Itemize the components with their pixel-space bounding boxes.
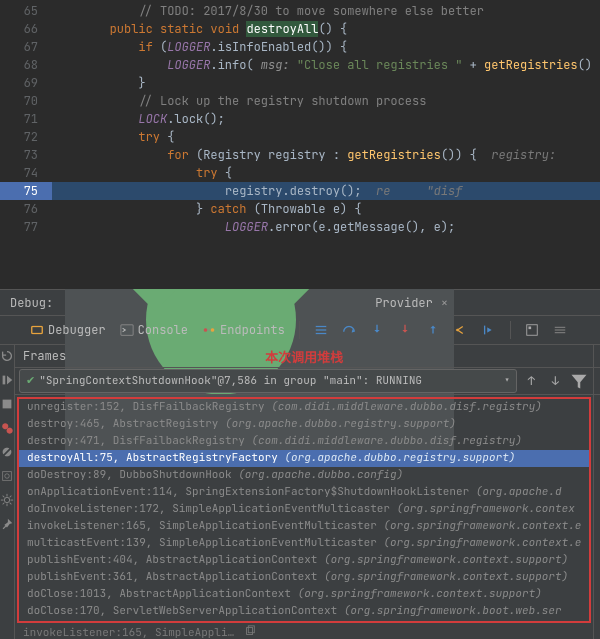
view-breakpoints-icon[interactable] (0, 421, 14, 435)
drop-frame-icon[interactable] (454, 323, 468, 337)
stack-frame[interactable]: doClose:170, ServletWebServerApplication… (19, 603, 589, 620)
annotation-overlay: 本次调用堆栈 (265, 347, 343, 366)
variables-panel: Varia + − (594, 345, 600, 639)
frames-panel: Frames 本次调用堆栈 ✔ "SpringContextShutdownHo… (15, 345, 594, 639)
separator (510, 321, 511, 339)
line-number-gutter: 65666768697071727374757677 (0, 0, 52, 236)
thread-dropdown[interactable]: ✔ "SpringContextShutdownHook"@7,586 in g… (19, 369, 517, 393)
debug-label: Debug: (10, 295, 53, 311)
stack-frame[interactable]: invokeListener:165, SimpleApplicationEve… (19, 518, 589, 535)
debug-toolwindow-header: Debug: Provider × (0, 289, 600, 316)
stack-frame[interactable]: onApplicationEvent:114, SpringExtensionF… (19, 484, 589, 501)
stack-frame[interactable]: publishEvent:361, AbstractApplicationCon… (19, 569, 589, 586)
close-icon[interactable]: × (441, 295, 448, 311)
chevron-down-icon: ▾ (504, 374, 511, 388)
tab-console[interactable]: Console (120, 322, 188, 338)
stack-frame[interactable]: unregister:152, DisfFailbackRegistry (co… (19, 399, 589, 416)
step-over-icon[interactable] (342, 323, 356, 337)
breadcrumb-bar[interactable]: invokeListener:165, SimpleAppli… (15, 625, 593, 639)
debugger-icon (30, 323, 44, 337)
copy-icon[interactable] (244, 625, 256, 637)
stack-frame[interactable]: multicastEvent:139, SimpleApplicationEve… (19, 535, 589, 552)
console-icon (120, 323, 134, 337)
stack-frame[interactable]: publishEvent:404, AbstractApplicationCon… (19, 552, 589, 569)
thread-selector-row: ✔ "SpringContextShutdownHook"@7,586 in g… (15, 367, 593, 395)
debug-left-rail (0, 345, 15, 639)
code-area[interactable]: // TODO: 2017/8/30 to move somewhere els… (52, 0, 600, 236)
next-frame-icon[interactable]: ↓ (545, 371, 565, 391)
prev-frame-icon[interactable]: ↑ (521, 371, 541, 391)
stack-frame[interactable]: doDestroy:89, DubboShutdownHook (org.apa… (19, 467, 589, 484)
mute-breakpoints-icon[interactable] (0, 445, 14, 459)
resume-icon[interactable] (0, 373, 14, 387)
stop-icon[interactable] (0, 397, 14, 411)
endpoints-icon (202, 323, 216, 337)
rerun-icon[interactable] (0, 349, 14, 363)
tab-debugger[interactable]: Debugger (30, 322, 106, 338)
tab-endpoints[interactable]: Endpoints (202, 322, 285, 338)
stack-frame[interactable]: doInvokeListener:172, SimpleApplicationE… (19, 501, 589, 518)
run-to-cursor-icon[interactable] (482, 323, 496, 337)
trace-current-stream-chain-icon[interactable] (553, 323, 567, 337)
settings-icon[interactable] (0, 493, 14, 507)
step-into-icon[interactable] (370, 323, 384, 337)
stack-frame[interactable]: destroy:471, DisfFailbackRegistry (com.d… (19, 433, 589, 450)
get-thread-dump-icon[interactable] (0, 469, 14, 483)
pin-icon[interactable] (0, 517, 14, 531)
stack-frame[interactable]: run:949, AbstractApplicationContext$1 (o… (19, 620, 589, 623)
evaluate-expression-icon[interactable] (525, 323, 539, 337)
stack-frame[interactable]: destroyAll:75, AbstractRegistryFactory (… (19, 450, 589, 467)
stack-frame[interactable]: destroy:465, AbstractRegistry (org.apach… (19, 416, 589, 433)
code-editor[interactable]: 65666768697071727374757677 // TODO: 2017… (0, 0, 600, 289)
show-execution-point-icon[interactable] (314, 323, 328, 337)
frames-title: Frames (23, 348, 66, 364)
step-out-icon[interactable] (426, 323, 440, 337)
frames-list[interactable]: unregister:152, DisfFailbackRegistry (co… (17, 397, 591, 623)
filter-icon[interactable] (569, 371, 589, 391)
force-step-into-icon[interactable] (398, 323, 412, 337)
check-icon: ✔ (26, 374, 35, 388)
run-config-name: Provider (375, 295, 433, 311)
separator (299, 321, 300, 339)
stack-frame[interactable]: doClose:1013, AbstractApplicationContext… (19, 586, 589, 603)
debugger-body: Frames 本次调用堆栈 ✔ "SpringContextShutdownHo… (0, 345, 600, 639)
